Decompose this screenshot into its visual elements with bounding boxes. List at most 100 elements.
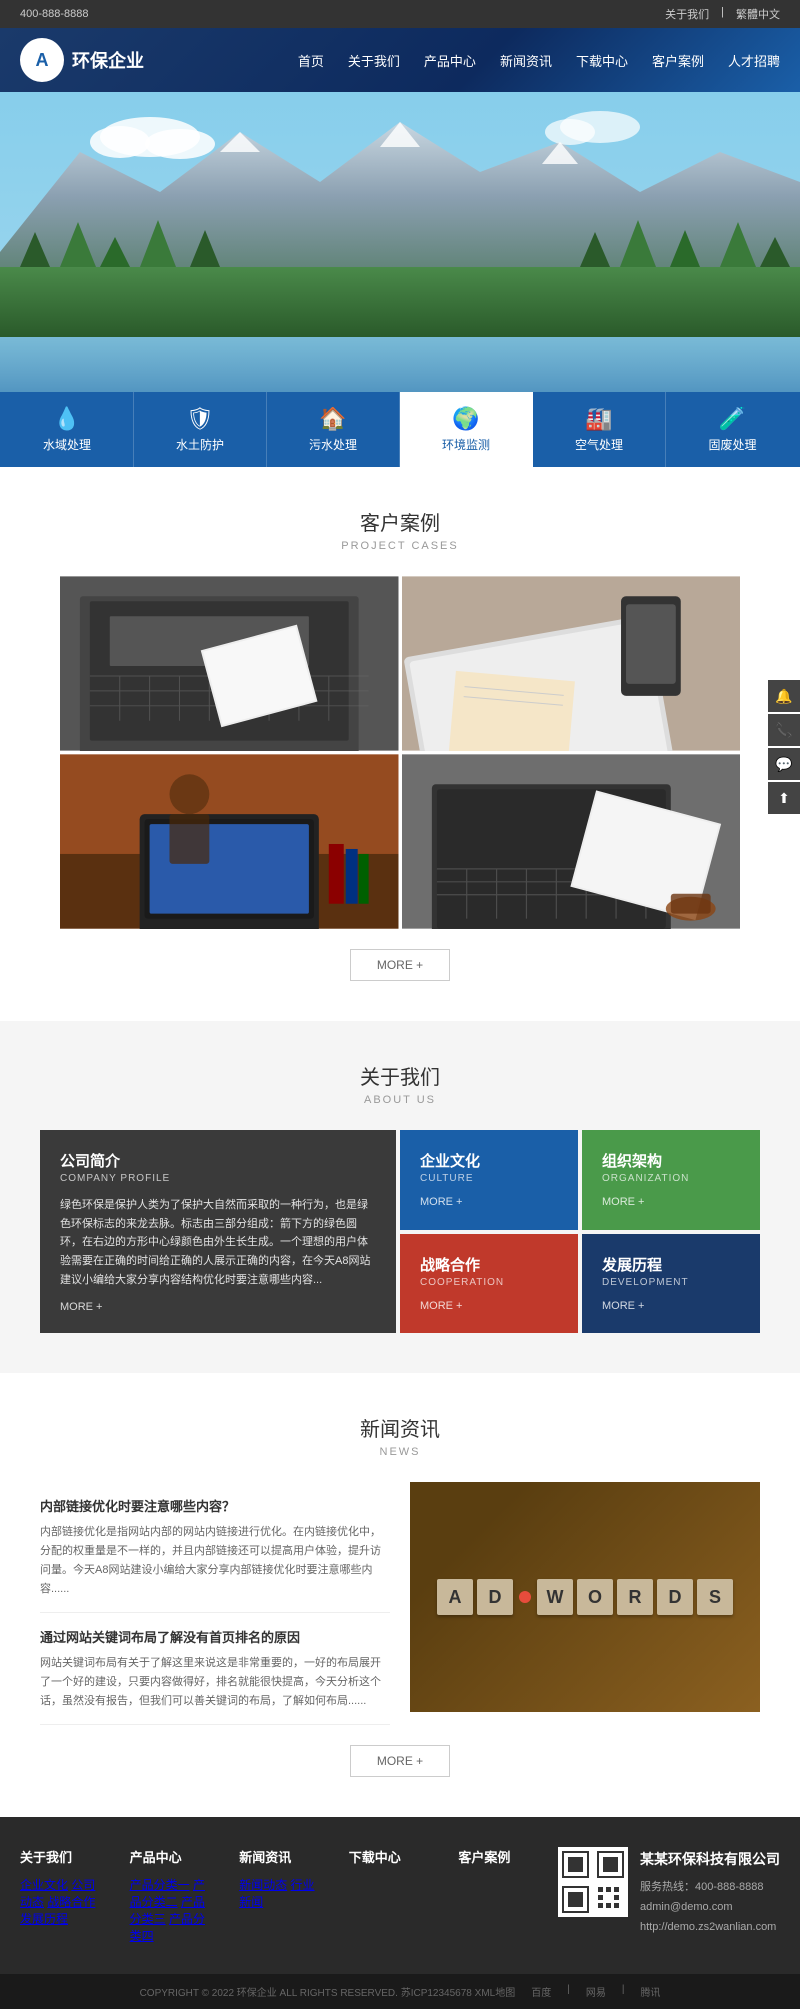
dev-more[interactable]: MORE +	[602, 1300, 740, 1312]
cases-more-button[interactable]: MORE +	[350, 949, 450, 981]
main-nav: 首页 关于我们 产品中心 新闻资讯 下载中心 客户案例 人才招聘	[298, 47, 780, 74]
sidebar-top[interactable]: ⬆	[768, 782, 800, 814]
tile-d2: D	[657, 1579, 693, 1615]
contact-link[interactable]: 关于我们	[665, 6, 709, 22]
nav-recruit[interactable]: 人才招聘	[728, 47, 780, 74]
case-image-1[interactable]	[60, 576, 399, 751]
case-image-3[interactable]	[60, 754, 399, 929]
news-title-cn: 新闻资讯	[20, 1413, 780, 1442]
footer-top: 关于我们 企业文化 公司动态 战略合作 发展历程 产品中心 产品分类一 产品分类…	[0, 1817, 800, 1974]
footer-col-download: 下载中心	[349, 1847, 439, 1944]
footer-link-baidu[interactable]: 百度	[531, 1984, 551, 1999]
case-img-svg-3	[60, 754, 399, 929]
company-service: 服务热线：400-888-8888	[640, 1878, 780, 1898]
cases-title-en: PROJECT CASES	[20, 540, 780, 552]
footer-link-dev[interactable]: 发展历程	[20, 1912, 68, 1926]
tab-waste-label: 固废处理	[674, 436, 791, 453]
news-image: A D W O R D S	[410, 1482, 760, 1712]
news-more-button[interactable]: MORE +	[350, 1745, 450, 1777]
case-img-svg-1	[60, 576, 399, 751]
nav-download[interactable]: 下载中心	[576, 47, 628, 74]
tile-s: S	[697, 1579, 733, 1615]
tab-water-domain[interactable]: 💧 水域处理	[1, 392, 134, 467]
tile-a: A	[437, 1579, 473, 1615]
company-profile-title: 公司简介	[60, 1150, 376, 1171]
footer-col-cases: 客户案例	[458, 1847, 548, 1944]
sidebar-notification[interactable]: 🔔	[768, 680, 800, 712]
about-grid: 公司简介 COMPANY PROFILE 绿色环保是保护人类为了保护大自然而采取…	[40, 1130, 760, 1333]
culture-more[interactable]: MORE +	[420, 1196, 558, 1208]
news-title-en: NEWS	[20, 1446, 780, 1458]
lang-switch[interactable]: 繁體中文	[736, 6, 780, 22]
about-cooperation: 战略合作 COOPERATION MORE +	[400, 1234, 578, 1334]
company-info-text: 某某环保科技有限公司 服务热线：400-888-8888 admin@demo.…	[640, 1847, 780, 1938]
tab-waste[interactable]: 🧪 固废处理	[666, 392, 799, 467]
hero-mountains-svg	[0, 92, 800, 392]
footer-col-news: 新闻资讯 新闻动态 行业新闻	[239, 1847, 329, 1944]
footer-about-title: 关于我们	[20, 1847, 100, 1866]
cases-section: 客户案例 PROJECT CASES	[0, 467, 800, 1021]
culture-title: 企业文化	[420, 1150, 558, 1171]
nav-home[interactable]: 首页	[298, 47, 324, 74]
logo[interactable]: A 环保企业	[20, 38, 144, 82]
top-bar-links: 关于我们 | 繁體中文	[665, 6, 780, 22]
about-title-en: ABOUT US	[20, 1094, 780, 1106]
company-profile-title-en: COMPANY PROFILE	[60, 1173, 376, 1184]
service-tabs: 💧 水域处理 🛡 水土防护 🏠 污水处理 🌍 环境监测 🏭 空气处理 🧪 固废处…	[0, 392, 800, 467]
case-image-4[interactable]	[402, 754, 741, 929]
about-company-profile: 公司简介 COMPANY PROFILE 绿色环保是保护人类为了保护大自然而采取…	[40, 1130, 396, 1333]
dev-title-en: DEVELOPMENT	[602, 1277, 740, 1288]
nav-news[interactable]: 新闻资讯	[500, 47, 552, 74]
qr-code	[558, 1847, 628, 1920]
tab-sewage[interactable]: 🏠 污水处理	[267, 392, 400, 467]
sidebar-phone[interactable]: 📞	[768, 714, 800, 746]
news-item-1[interactable]: 内部链接优化时要注意哪些内容？ 内部链接优化是指网站内部的网站内链接进行优化。在…	[40, 1482, 390, 1613]
culture-title-en: CULTURE	[420, 1173, 558, 1184]
tab-soil[interactable]: 🛡 水土防护	[134, 392, 267, 467]
footer-download-title: 下载中心	[349, 1847, 429, 1866]
footer-link-163[interactable]: 网易	[586, 1984, 606, 1999]
tab-air[interactable]: 🏭 空气处理	[533, 392, 666, 467]
nav-products[interactable]: 产品中心	[424, 47, 476, 74]
org-title: 组织架构	[602, 1150, 740, 1171]
footer-link-tencent[interactable]: 腾讯	[640, 1984, 660, 1999]
footer-col-about: 关于我们 企业文化 公司动态 战略合作 发展历程	[20, 1847, 110, 1944]
footer-nav-cols: 关于我们 企业文化 公司动态 战略合作 发展历程 产品中心 产品分类一 产品分类…	[20, 1847, 548, 1944]
company-name: 某某环保科技有限公司	[640, 1847, 780, 1872]
dev-title: 发展历程	[602, 1254, 740, 1275]
adwords-display: A D W O R D S	[417, 1559, 753, 1635]
footer-products-title: 产品中心	[130, 1847, 210, 1866]
coop-more[interactable]: MORE +	[420, 1300, 558, 1312]
cases-grid	[60, 576, 740, 929]
nav-cases[interactable]: 客户案例	[652, 47, 704, 74]
footer-product-1[interactable]: 产品分类一	[130, 1878, 190, 1892]
org-more[interactable]: MORE +	[602, 1196, 740, 1208]
tile-r: R	[617, 1579, 653, 1615]
top-bar: 400-888-8888 关于我们 | 繁體中文	[0, 0, 800, 28]
footer-bottom: COPYRIGHT © 2022 环保企业 ALL RIGHTS RESERVE…	[0, 1974, 800, 2009]
about-organization: 组织架构 ORGANIZATION MORE +	[582, 1130, 760, 1230]
footer-news-link-1[interactable]: 新闻动态	[239, 1878, 287, 1892]
news-item-1-title: 内部链接优化时要注意哪些内容？	[40, 1496, 390, 1515]
about-section: 关于我们 ABOUT US 公司简介 COMPANY PROFILE 绿色环保是…	[0, 1021, 800, 1373]
hero-banner	[0, 92, 800, 392]
company-website: http://demo.zs2wanlian.com	[640, 1918, 780, 1938]
tab-monitor[interactable]: 🌍 环境监测	[400, 392, 533, 467]
tab-air-label: 空气处理	[541, 436, 657, 453]
about-culture: 企业文化 CULTURE MORE +	[400, 1130, 578, 1230]
company-profile-more[interactable]: MORE +	[60, 1301, 376, 1313]
tile-d: D	[477, 1579, 513, 1615]
footer-news-title: 新闻资讯	[239, 1847, 319, 1866]
footer-col-products: 产品中心 产品分类一 产品分类二 产品分类三 产品分类四	[130, 1847, 220, 1944]
news-section: 新闻资讯 NEWS 内部链接优化时要注意哪些内容？ 内部链接优化是指网站内部的网…	[0, 1373, 800, 1817]
sidebar-chat[interactable]: 💬	[768, 748, 800, 780]
footer-link-culture[interactable]: 企业文化	[20, 1878, 68, 1892]
news-item-2[interactable]: 通过网站关键词布局了解没有首页排名的原因 网站关键词布局有关于了解这里来说这是非…	[40, 1613, 390, 1725]
nav-about[interactable]: 关于我们	[348, 47, 400, 74]
footer-link-coop[interactable]: 战略合作	[47, 1895, 95, 1909]
coop-title-en: COOPERATION	[420, 1277, 558, 1288]
tab-sewage-label: 污水处理	[275, 436, 391, 453]
tab-water-domain-label: 水域处理	[9, 436, 125, 453]
case-image-2[interactable]	[402, 576, 741, 751]
tile-o: O	[577, 1579, 613, 1615]
